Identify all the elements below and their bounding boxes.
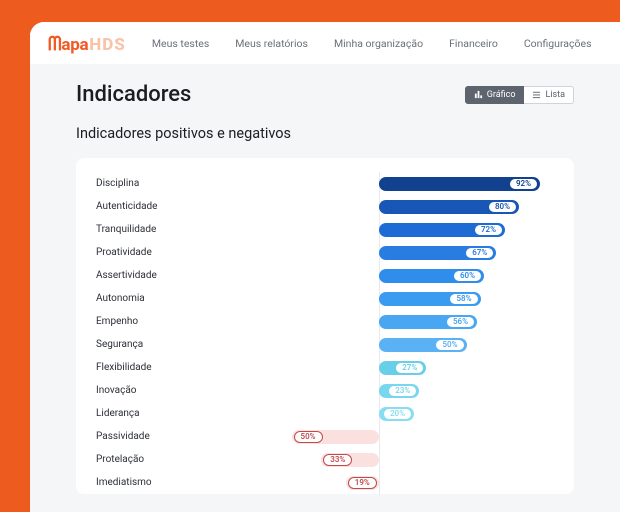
indicator-bar-negative: 50% xyxy=(292,430,380,444)
logo-icon: ᗰ xyxy=(48,32,61,55)
indicator-value-pill: 27% xyxy=(395,362,424,374)
indicator-row: Liderança 20% xyxy=(96,402,554,425)
toggle-chart-label: Gráfico xyxy=(487,90,516,100)
indicator-value-pill: 92% xyxy=(509,178,538,190)
indicator-value-pill: 23% xyxy=(388,385,417,397)
indicator-track: 19% xyxy=(204,476,554,490)
indicator-track: 58% xyxy=(204,292,554,306)
indicator-bar-negative: 33% xyxy=(321,453,379,467)
indicator-track: 80% xyxy=(204,200,554,214)
indicator-track: 50% xyxy=(204,430,554,444)
indicator-row: Passividade 50% xyxy=(96,425,554,448)
indicator-label: Tranquilidade xyxy=(96,224,204,235)
indicator-value-pill: 67% xyxy=(465,247,494,259)
indicator-bar-negative: 19% xyxy=(346,476,379,490)
view-toggle: Gráfico Lista xyxy=(465,86,574,104)
indicator-row: Tranquilidade 72% xyxy=(96,218,554,241)
logo-text-mapa: apa xyxy=(61,35,88,55)
indicator-row: Empenho 56% xyxy=(96,310,554,333)
indicator-value-pill: 72% xyxy=(474,224,503,236)
page-title: Indicadores xyxy=(76,82,191,107)
indicator-track: 60% xyxy=(204,269,554,283)
list-icon xyxy=(532,90,541,99)
indicator-value-pill: 20% xyxy=(383,408,412,420)
indicator-track: 72% xyxy=(204,223,554,237)
indicator-track: 20% xyxy=(204,407,554,421)
indicator-value-pill: 33% xyxy=(323,454,352,466)
indicators-chart: Disciplina 92% Autenticidade 80% Tranquilida… xyxy=(76,158,574,494)
toggle-chart-button[interactable]: Gráfico xyxy=(465,86,525,104)
indicator-track: 23% xyxy=(204,384,554,398)
indicator-track: 33% xyxy=(204,453,554,467)
indicator-row: Proatividade 67% xyxy=(96,241,554,264)
indicator-label: Segurança xyxy=(96,339,204,350)
indicator-bar-positive: 67% xyxy=(379,246,496,260)
indicator-label: Empenho xyxy=(96,316,204,327)
nav-minha-organizacao[interactable]: Minha organização xyxy=(334,37,423,50)
indicator-label: Inovação xyxy=(96,385,204,396)
nav-financeiro[interactable]: Financeiro xyxy=(449,37,498,50)
top-nav: ᗰapaHDS Meus testes Meus relatórios Minh… xyxy=(30,22,620,64)
indicator-row: Assertividade 60% xyxy=(96,264,554,287)
title-row: Indicadores Gráfico Lista xyxy=(76,82,574,107)
nav-meus-relatorios[interactable]: Meus relatórios xyxy=(235,37,308,50)
indicator-value-pill: 56% xyxy=(446,316,475,328)
indicator-row: Flexibilidade 27% xyxy=(96,356,554,379)
center-axis xyxy=(379,448,380,472)
page-content: Indicadores Gráfico Lista Indicadores po… xyxy=(30,64,620,494)
indicator-value-pill: 50% xyxy=(435,339,464,351)
indicator-track: 67% xyxy=(204,246,554,260)
indicator-bar-positive: 27% xyxy=(379,361,426,375)
indicator-bar-positive: 72% xyxy=(379,223,505,237)
center-axis xyxy=(379,425,380,449)
indicator-label: Liderança xyxy=(96,408,204,419)
indicator-label: Protelação xyxy=(96,454,204,465)
indicator-track: 92% xyxy=(204,177,554,191)
indicator-row: Segurança 50% xyxy=(96,333,554,356)
indicator-value-pill: 19% xyxy=(348,477,377,489)
chart-subtitle: Indicadores positivos e negativos xyxy=(76,125,574,142)
indicator-value-pill: 60% xyxy=(453,270,482,282)
indicator-label: Autonomia xyxy=(96,293,204,304)
indicator-value-pill: 50% xyxy=(294,431,323,443)
indicator-label: Flexibilidade xyxy=(96,362,204,373)
indicator-bar-positive: 92% xyxy=(379,177,540,191)
indicator-value-pill: 80% xyxy=(488,201,517,213)
nav-configuracoes[interactable]: Configurações xyxy=(524,37,592,50)
indicator-row: Autenticidade 80% xyxy=(96,195,554,218)
app-frame: ᗰapaHDS Meus testes Meus relatórios Minh… xyxy=(30,22,620,512)
logo-text-hds: HDS xyxy=(89,35,126,55)
indicator-row: Autonomia 58% xyxy=(96,287,554,310)
indicator-bar-positive: 20% xyxy=(379,407,414,421)
indicator-bar-positive: 50% xyxy=(379,338,467,352)
indicator-row: Imediatismo 19% xyxy=(96,471,554,494)
indicator-value-pill: 58% xyxy=(449,293,478,305)
nav-meus-testes[interactable]: Meus testes xyxy=(152,37,209,50)
indicator-label: Passividade xyxy=(96,431,204,442)
indicator-label: Imediatismo xyxy=(96,477,204,488)
indicator-row: Disciplina 92% xyxy=(96,172,554,195)
indicator-bar-positive: 23% xyxy=(379,384,419,398)
indicator-row: Protelação 33% xyxy=(96,448,554,471)
indicator-bar-positive: 56% xyxy=(379,315,477,329)
indicator-bar-positive: 58% xyxy=(379,292,481,306)
toggle-list-label: Lista xyxy=(545,90,565,100)
indicator-label: Autenticidade xyxy=(96,201,204,212)
indicator-label: Disciplina xyxy=(96,178,204,189)
logo[interactable]: ᗰapaHDS xyxy=(48,32,126,55)
indicator-track: 50% xyxy=(204,338,554,352)
indicator-label: Proatividade xyxy=(96,247,204,258)
indicator-row: Inovação 23% xyxy=(96,379,554,402)
center-axis xyxy=(379,471,380,495)
indicator-track: 56% xyxy=(204,315,554,329)
indicator-label: Assertividade xyxy=(96,270,204,281)
indicator-bar-positive: 80% xyxy=(379,200,519,214)
bar-chart-icon xyxy=(474,90,483,99)
toggle-list-button[interactable]: Lista xyxy=(524,86,574,104)
indicator-track: 27% xyxy=(204,361,554,375)
indicator-bar-positive: 60% xyxy=(379,269,484,283)
